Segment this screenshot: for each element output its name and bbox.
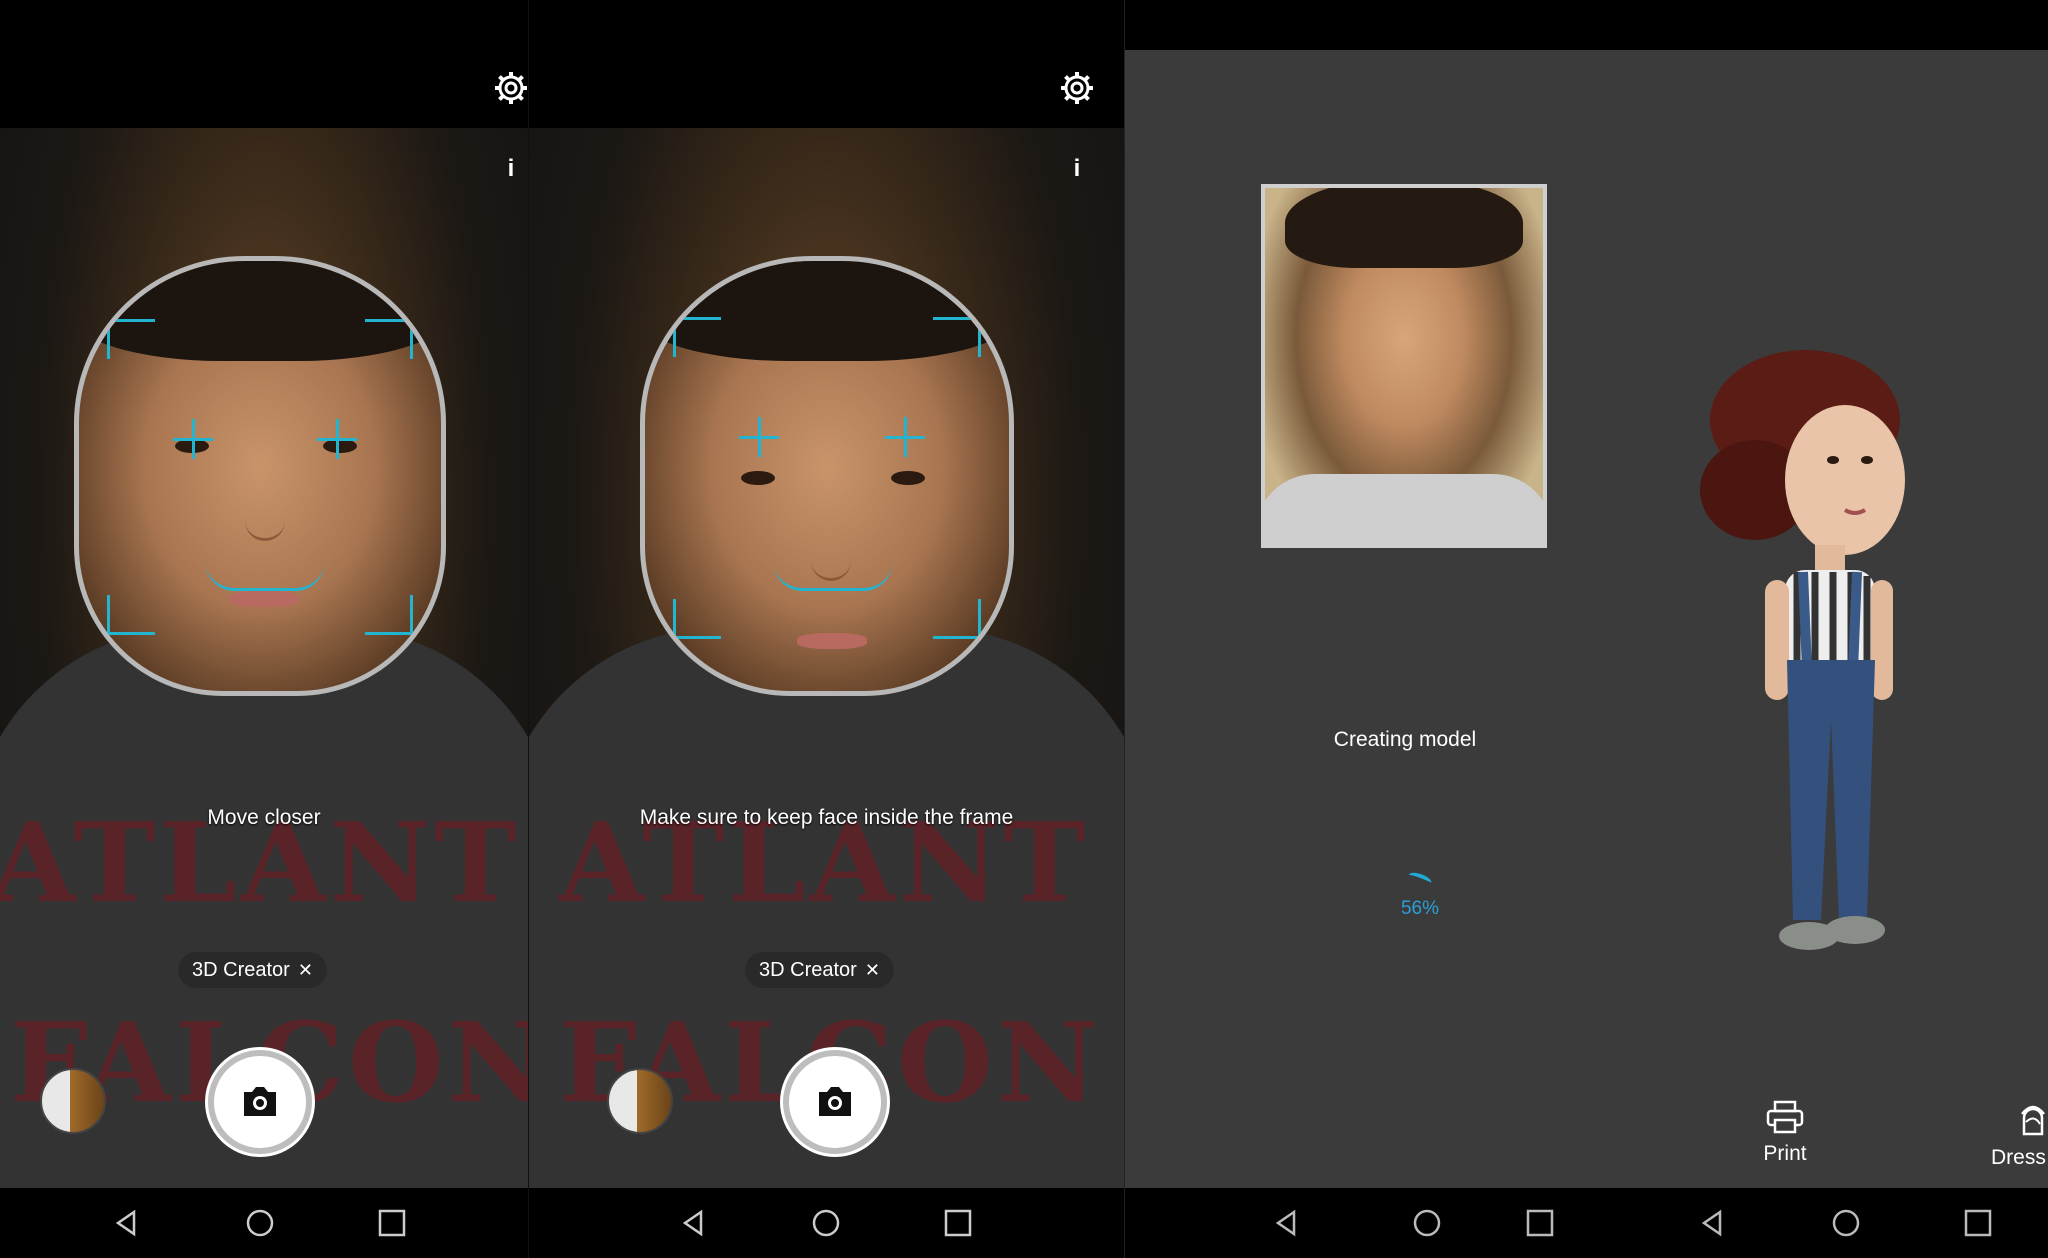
shutter-button[interactable] xyxy=(208,1050,312,1154)
frame-corner-br xyxy=(933,599,981,639)
shutter-button[interactable] xyxy=(783,1050,887,1154)
info-icon[interactable]: i xyxy=(1072,156,1082,182)
printer-icon xyxy=(1766,1100,1804,1134)
back-icon[interactable] xyxy=(679,1208,709,1238)
back-icon[interactable] xyxy=(1698,1208,1728,1238)
avatar-3d-model[interactable] xyxy=(1685,340,1945,1000)
frame-corner-tr xyxy=(365,319,413,359)
face-guide-frame xyxy=(640,256,1014,696)
frame-corner-bl xyxy=(673,599,721,639)
system-nav-bar xyxy=(0,1188,528,1258)
eye-marker-right xyxy=(317,419,357,459)
gallery-thumbnail[interactable] xyxy=(40,1068,106,1134)
camera-screen-1: ATLANT FALCON i Move closer 3D Creator✕ xyxy=(0,0,528,1258)
status-strip xyxy=(1125,0,2048,50)
mode-chip-label: 3D Creator xyxy=(192,959,290,981)
recents-icon[interactable] xyxy=(1525,1208,1555,1238)
home-icon[interactable] xyxy=(1831,1208,1861,1238)
recents-icon[interactable] xyxy=(943,1208,973,1238)
home-icon[interactable] xyxy=(1412,1208,1442,1238)
mouth-marker xyxy=(773,561,893,591)
back-icon[interactable] xyxy=(112,1208,142,1238)
lips xyxy=(229,591,299,607)
back-icon[interactable] xyxy=(1272,1208,1302,1238)
progress-spinner xyxy=(1407,870,1433,888)
recents-icon[interactable] xyxy=(1963,1208,1993,1238)
dress-up-icon xyxy=(2021,1105,2045,1136)
lips xyxy=(797,633,867,649)
recents-icon[interactable] xyxy=(377,1208,407,1238)
home-icon[interactable] xyxy=(245,1208,275,1238)
mode-chip-3d-creator[interactable]: 3D Creator ✕ xyxy=(745,952,894,988)
camera-icon xyxy=(819,1087,851,1116)
dress-up-label: Dress up xyxy=(1990,1146,2048,1169)
nose xyxy=(245,511,285,541)
close-icon[interactable]: ✕ xyxy=(865,960,880,980)
photo-hair xyxy=(1285,188,1523,268)
gallery-thumbnail[interactable] xyxy=(607,1068,673,1134)
right-eye xyxy=(891,471,925,485)
creating-model-label: Creating model xyxy=(1333,728,1477,751)
gear-icon[interactable] xyxy=(493,70,528,106)
system-nav-bar xyxy=(1125,1188,2048,1258)
top-bar xyxy=(0,0,528,128)
dress-up-button[interactable]: Dress up xyxy=(1973,1100,2048,1170)
frame-corner-tl xyxy=(107,319,155,359)
face-guide-frame xyxy=(74,256,446,696)
frame-corner-bl xyxy=(107,595,155,635)
camera-screen-2: ATLANT FALCON i Make sure to keep face i… xyxy=(528,0,1124,1258)
eye-marker-left xyxy=(173,419,213,459)
eye-marker-left xyxy=(739,417,779,457)
left-eye xyxy=(741,471,775,485)
model-result-screen: Creating model 56% Print Dress xyxy=(1124,0,2048,1258)
guidance-text: Move closer xyxy=(207,806,321,829)
eye-marker-right xyxy=(885,417,925,457)
gear-icon[interactable] xyxy=(1059,70,1095,106)
system-nav-bar xyxy=(529,1188,1124,1258)
frame-corner-tr xyxy=(933,317,981,357)
mouth-marker xyxy=(205,561,325,591)
mode-chip-3d-creator[interactable]: 3D Creator ✕ xyxy=(178,952,327,988)
progress-percent: 56% xyxy=(1400,898,1440,919)
top-bar xyxy=(529,0,1124,128)
photo-shirt xyxy=(1265,474,1543,544)
frame-corner-tl xyxy=(673,317,721,357)
mode-chip-label: 3D Creator xyxy=(759,959,857,981)
close-icon[interactable]: ✕ xyxy=(298,960,313,980)
frame-corner-br xyxy=(365,595,413,635)
print-button[interactable]: Print xyxy=(1715,1100,1855,1166)
info-icon[interactable]: i xyxy=(506,156,516,182)
camera-icon xyxy=(244,1087,276,1116)
captured-face-photo xyxy=(1261,184,1547,548)
print-label: Print xyxy=(1763,1142,1807,1165)
guidance-text: Make sure to keep face inside the frame xyxy=(639,806,1014,829)
home-icon[interactable] xyxy=(811,1208,841,1238)
